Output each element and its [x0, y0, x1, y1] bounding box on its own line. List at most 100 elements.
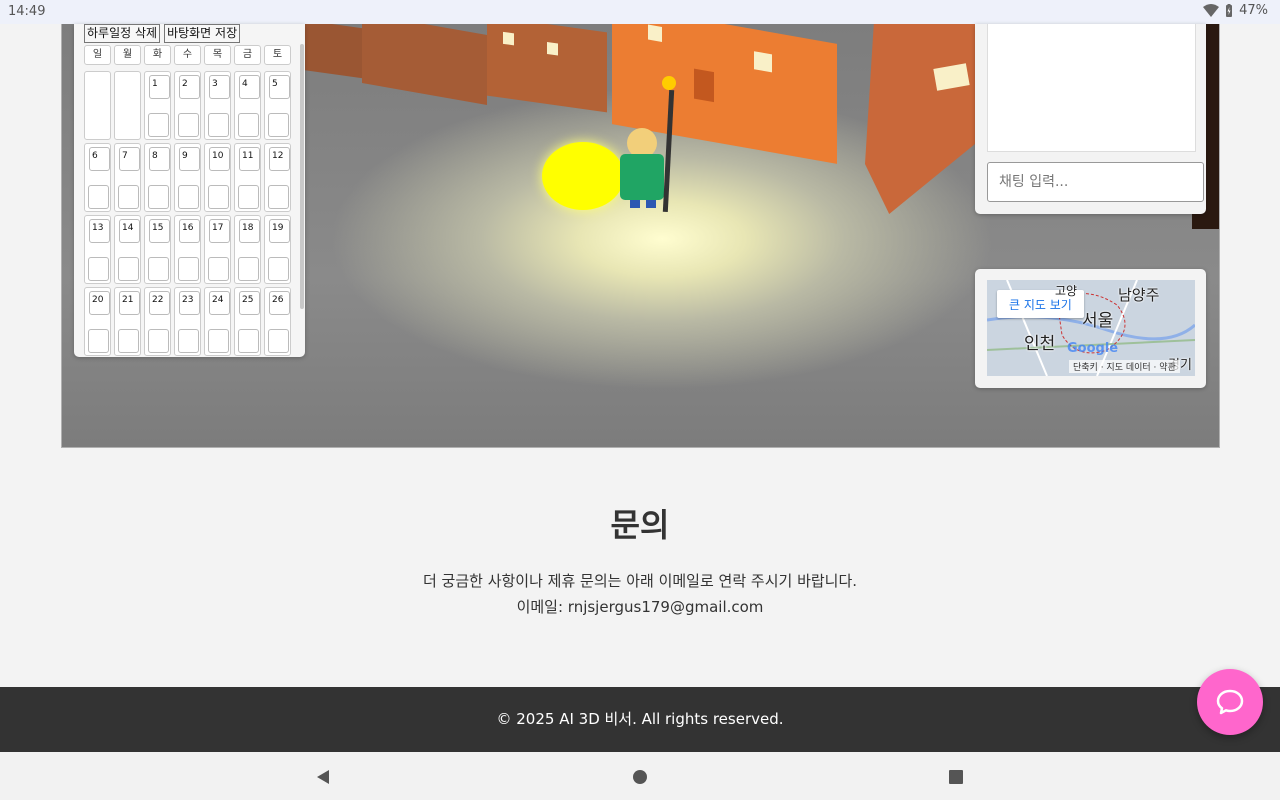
calendar-schedule-input[interactable] [148, 329, 169, 353]
calendar-schedule-input[interactable] [268, 113, 289, 137]
calendar-date-number: 16 [179, 219, 200, 243]
calendar-day-cell[interactable]: 26 [264, 287, 291, 356]
calendar-day-cell[interactable]: 2 [174, 71, 201, 140]
calendar-schedule-input[interactable] [178, 113, 199, 137]
calendar-day-cell[interactable]: 20 [84, 287, 111, 356]
contact-description: 더 궁금한 사항이나 제휴 문의는 아래 이메일로 연락 주시기 바랍니다. [422, 572, 858, 590]
calendar-date-number: 7 [119, 147, 140, 171]
copyright-text: © 2025 AI 3D 비서. All rights reserved. [496, 710, 784, 728]
chat-bubble-icon [1216, 689, 1244, 715]
calendar-schedule-input[interactable] [178, 257, 199, 281]
calendar-schedule-input[interactable] [118, 257, 139, 281]
calendar-schedule-input[interactable] [148, 257, 169, 281]
calendar-day-cell[interactable]: 11 [234, 143, 261, 212]
contact-email[interactable]: 이메일: rnjsjergus179@gmail.com [0, 594, 1280, 620]
back-triangle-icon [317, 770, 329, 784]
calendar-day-cell[interactable]: 8 [144, 143, 171, 212]
calendar-schedule-input[interactable] [208, 257, 229, 281]
calendar-panel: 하루일정 삭제 바탕화면 저장 일 월 화 수 목 금 토 1234567891… [74, 24, 305, 357]
calendar-schedule-input[interactable] [88, 257, 109, 281]
calendar-schedule-input[interactable] [88, 185, 109, 209]
lamp-light [662, 76, 676, 90]
calendar-day-cell[interactable]: 23 [174, 287, 201, 356]
calendar-date-number: 11 [239, 147, 260, 171]
calendar-date-number: 22 [149, 291, 170, 315]
calendar-schedule-input[interactable] [208, 113, 229, 137]
calendar-day-cell[interactable]: 1 [144, 71, 171, 140]
calendar-schedule-input[interactable] [268, 257, 289, 281]
calendar-day-cell[interactable]: 4 [234, 71, 261, 140]
calendar-schedule-input[interactable] [268, 185, 289, 209]
calendar-day-cell[interactable]: 22 [144, 287, 171, 356]
calendar-schedule-input[interactable] [148, 185, 169, 209]
calendar-schedule-input[interactable] [88, 329, 109, 353]
calendar-schedule-input[interactable] [238, 257, 259, 281]
chat-log [987, 24, 1196, 152]
calendar-scrollbar[interactable] [300, 44, 304, 309]
calendar-schedule-input[interactable] [118, 329, 139, 353]
calendar-week-row: 13 14 15 16 17 18 19 [84, 215, 291, 284]
calendar-week-row: 12345 [84, 71, 291, 140]
calendar-day-cell[interactable]: 18 [234, 215, 261, 284]
calendar-date-number: 12 [269, 147, 290, 171]
calendar-date-number: 21 [119, 291, 140, 315]
contact-title: 문의 [610, 506, 670, 544]
building [865, 24, 975, 214]
calendar-day-cell[interactable]: 24 [204, 287, 231, 356]
calendar-days: 1 2 3 4 5 6 7 8 9 10 11 12 13 14 15 16 17 18 19 20 21 22 23 24 2… [84, 71, 291, 357]
calendar-day-cell[interactable]: 21 [114, 287, 141, 356]
calendar-schedule-input[interactable] [208, 329, 229, 353]
calendar-day-cell[interactable]: 25 [234, 287, 261, 356]
calendar-date-number: 20 [89, 291, 110, 315]
building [487, 24, 607, 113]
calendar-day-cell[interactable]: 10 [204, 143, 231, 212]
calendar-schedule-input[interactable] [238, 113, 259, 137]
calendar-date-number: 24 [209, 291, 230, 315]
calendar-day-cell[interactable]: 15 [144, 215, 171, 284]
chat-input[interactable] [987, 162, 1204, 202]
map-label-top: 고양 [1055, 284, 1078, 298]
calendar-schedule-input[interactable] [268, 329, 289, 353]
character[interactable] [618, 124, 668, 209]
nav-home-button[interactable] [629, 766, 651, 788]
calendar-date-number: 26 [269, 291, 290, 315]
recents-square-icon [949, 770, 963, 784]
calendar-day-cell[interactable]: 16 [174, 215, 201, 284]
nav-back-button[interactable] [312, 766, 334, 788]
save-wallpaper-button[interactable]: 바탕화면 저장 [164, 24, 241, 43]
calendar-day-cell[interactable]: 5 [264, 71, 291, 140]
calendar-date-number: 14 [119, 219, 140, 243]
calendar-schedule-input[interactable] [178, 329, 199, 353]
calendar-day-cell[interactable]: 7 [114, 143, 141, 212]
calendar-day-cell[interactable]: 19 [264, 215, 291, 284]
chat-fab-button[interactable] [1197, 669, 1263, 735]
calendar-schedule-input[interactable] [178, 185, 199, 209]
calendar-schedule-input[interactable] [238, 329, 259, 353]
calendar-weekday-header: 일 월 화 수 목 금 토 [84, 45, 291, 65]
calendar-date-number: 17 [209, 219, 230, 243]
weekday-tue: 화 [144, 45, 171, 65]
calendar-day-cell[interactable]: 9 [174, 143, 201, 212]
calendar-day-cell[interactable]: 17 [204, 215, 231, 284]
calendar-date-number: 10 [209, 147, 230, 171]
calendar-day-cell[interactable]: 14 [114, 215, 141, 284]
calendar-date-number: 15 [149, 219, 170, 243]
calendar-date-number: 4 [239, 75, 260, 99]
calendar-schedule-input[interactable] [238, 185, 259, 209]
calendar-schedule-input[interactable] [148, 113, 169, 137]
map-footer-links[interactable]: 단축키 · 지도 데이터 · 약관 [1069, 360, 1180, 373]
map-view[interactable]: 큰 지도 보기 고양 남양주 서울 인천 경기 Google 단축키 · 지도 … [987, 280, 1195, 376]
calendar-day-cell[interactable]: 12 [264, 143, 291, 212]
calendar-date-number: 25 [239, 291, 260, 315]
building [362, 24, 487, 106]
calendar-schedule-input[interactable] [118, 185, 139, 209]
calendar-day-cell[interactable]: 3 [204, 71, 231, 140]
calendar-day-cell[interactable]: 6 [84, 143, 111, 212]
calendar-date-number: 2 [179, 75, 200, 99]
calendar-schedule-input[interactable] [208, 185, 229, 209]
delete-day-schedule-button[interactable]: 하루일정 삭제 [84, 24, 161, 43]
weekday-sun: 일 [84, 45, 111, 65]
nav-recents-button[interactable] [945, 766, 967, 788]
calendar-day-cell[interactable]: 13 [84, 215, 111, 284]
calendar-date-number: 5 [269, 75, 290, 99]
